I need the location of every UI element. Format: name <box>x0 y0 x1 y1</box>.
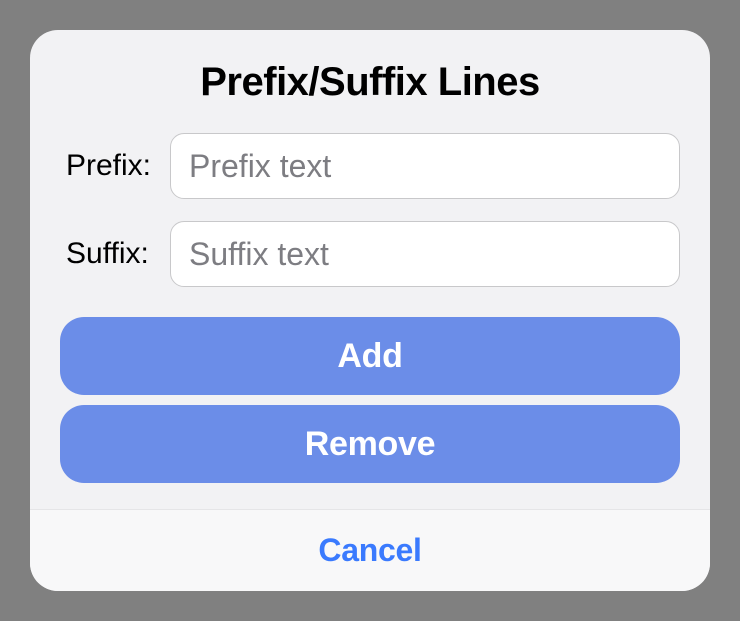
cancel-button[interactable]: Cancel <box>30 510 710 591</box>
remove-button[interactable]: Remove <box>60 405 680 483</box>
prefix-label: Prefix: <box>60 149 170 183</box>
prefix-suffix-dialog: Prefix/Suffix Lines Prefix: Suffix: Add … <box>30 30 710 591</box>
dialog-footer: Cancel <box>30 509 710 591</box>
prefix-row: Prefix: <box>60 133 680 199</box>
suffix-label: Suffix: <box>60 237 170 271</box>
add-button[interactable]: Add <box>60 317 680 395</box>
prefix-input[interactable] <box>170 133 680 199</box>
suffix-row: Suffix: <box>60 221 680 287</box>
dialog-body: Prefix/Suffix Lines Prefix: Suffix: Add … <box>30 30 710 509</box>
dialog-title: Prefix/Suffix Lines <box>60 60 680 105</box>
suffix-input[interactable] <box>170 221 680 287</box>
